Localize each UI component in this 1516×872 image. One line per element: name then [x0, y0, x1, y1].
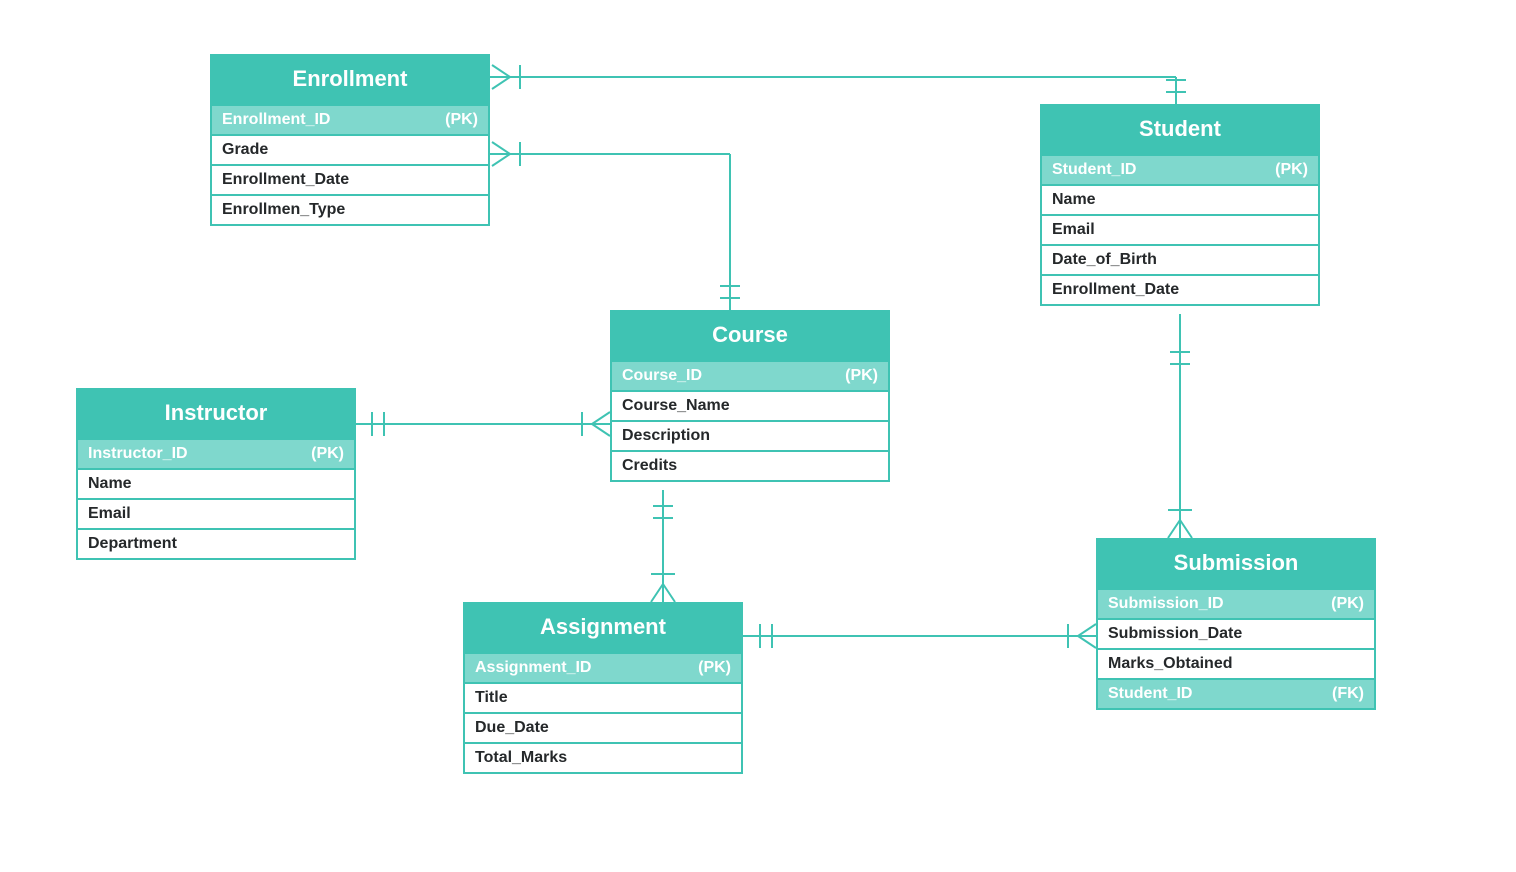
attr-name: Grade [222, 141, 268, 159]
row-pk: Student_ID (PK) [1042, 154, 1318, 184]
attr-name: Due_Date [475, 719, 549, 737]
row: Submission_Date [1098, 618, 1374, 648]
row-pk: Instructor_ID (PK) [78, 438, 354, 468]
row: Due_Date [465, 712, 741, 742]
row: Email [78, 498, 354, 528]
attr-name: Description [622, 427, 710, 445]
key-tag: (PK) [845, 367, 878, 385]
row: Total_Marks [465, 742, 741, 772]
key-tag: (PK) [311, 445, 344, 463]
attr-name: Total_Marks [475, 749, 567, 767]
row-pk: Enrollment_ID (PK) [212, 104, 488, 134]
entity-title: Instructor [78, 390, 354, 438]
key-tag: (FK) [1332, 685, 1364, 703]
row: Grade [212, 134, 488, 164]
key-tag: (PK) [1331, 595, 1364, 613]
row: Title [465, 682, 741, 712]
entity-title: Assignment [465, 604, 741, 652]
row-pk: Submission_ID (PK) [1098, 588, 1374, 618]
row-fk: Student_ID (FK) [1098, 678, 1374, 708]
attr-name: Email [88, 505, 131, 523]
rel-student-enrollment [490, 65, 1186, 104]
row: Department [78, 528, 354, 558]
entity-title: Student [1042, 106, 1318, 154]
entity-submission[interactable]: Submission Submission_ID (PK) Submission… [1096, 538, 1376, 710]
row: Enrollment_Date [212, 164, 488, 194]
entity-instructor[interactable]: Instructor Instructor_ID (PK) Name Email… [76, 388, 356, 560]
attr-name: Course_ID [622, 367, 702, 385]
rel-course-enrollment [490, 142, 740, 310]
key-tag: (PK) [698, 659, 731, 677]
entity-assignment[interactable]: Assignment Assignment_ID (PK) Title Due_… [463, 602, 743, 774]
entity-title: Enrollment [212, 56, 488, 104]
row: Credits [612, 450, 888, 480]
rel-student-submission [1168, 314, 1192, 538]
row: Name [1042, 184, 1318, 214]
attr-name: Student_ID [1108, 685, 1192, 703]
row-pk: Assignment_ID (PK) [465, 652, 741, 682]
row: Marks_Obtained [1098, 648, 1374, 678]
attr-name: Title [475, 689, 508, 707]
entity-course[interactable]: Course Course_ID (PK) Course_Name Descri… [610, 310, 890, 482]
attr-name: Submission_ID [1108, 595, 1224, 613]
row-pk: Course_ID (PK) [612, 360, 888, 390]
attr-name: Submission_Date [1108, 625, 1242, 643]
attr-name: Student_ID [1052, 161, 1136, 179]
row: Date_of_Birth [1042, 244, 1318, 274]
row: Email [1042, 214, 1318, 244]
entity-student[interactable]: Student Student_ID (PK) Name Email Date_… [1040, 104, 1320, 306]
attr-name: Name [1052, 191, 1096, 209]
row: Enrollmen_Type [212, 194, 488, 224]
er-diagram-canvas: Enrollment Enrollment_ID (PK) Grade Enro… [0, 0, 1516, 872]
attr-name: Enrollment_ID [222, 111, 330, 129]
attr-name: Marks_Obtained [1108, 655, 1232, 673]
key-tag: (PK) [445, 111, 478, 129]
attr-name: Enrollment_Date [222, 171, 349, 189]
attr-name: Name [88, 475, 132, 493]
attr-name: Assignment_ID [475, 659, 591, 677]
attr-name: Enrollmen_Type [222, 201, 345, 219]
entity-enrollment[interactable]: Enrollment Enrollment_ID (PK) Grade Enro… [210, 54, 490, 226]
attr-name: Department [88, 535, 177, 553]
rel-instructor-course [356, 412, 610, 436]
attr-name: Email [1052, 221, 1095, 239]
entity-title: Course [612, 312, 888, 360]
attr-name: Instructor_ID [88, 445, 188, 463]
attr-name: Credits [622, 457, 677, 475]
row: Enrollment_Date [1042, 274, 1318, 304]
row: Description [612, 420, 888, 450]
attr-name: Date_of_Birth [1052, 251, 1157, 269]
attr-name: Course_Name [622, 397, 730, 415]
row: Name [78, 468, 354, 498]
rel-course-assignment [651, 490, 675, 602]
key-tag: (PK) [1275, 161, 1308, 179]
rel-assignment-submission [743, 624, 1096, 648]
entity-title: Submission [1098, 540, 1374, 588]
attr-name: Enrollment_Date [1052, 281, 1179, 299]
row: Course_Name [612, 390, 888, 420]
